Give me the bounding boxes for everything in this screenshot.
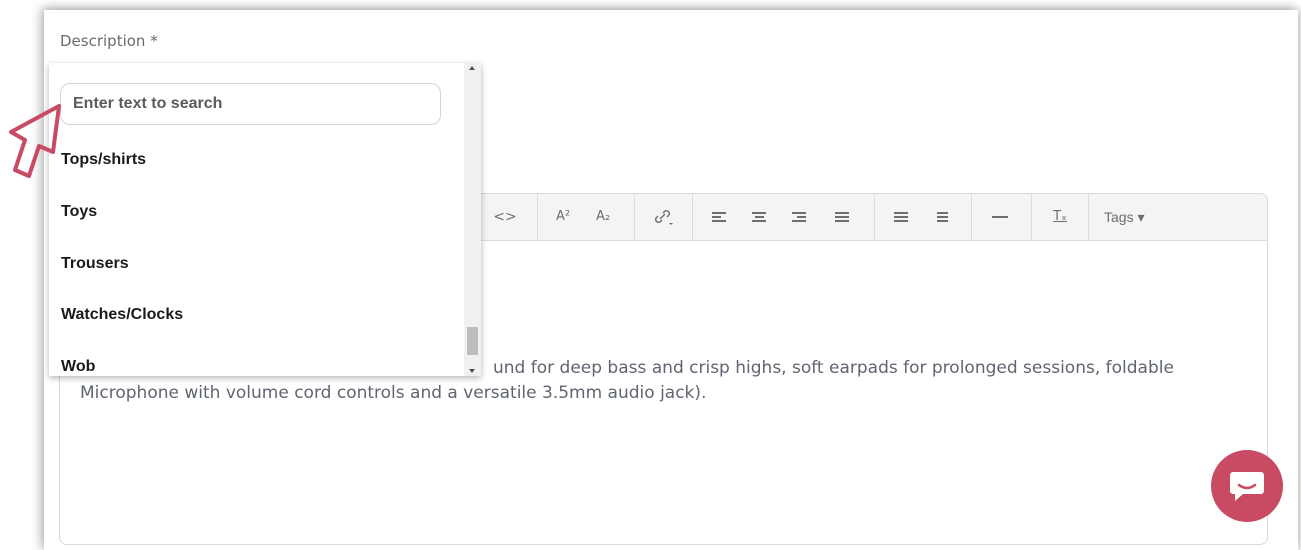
toolbar-separator: [692, 194, 693, 240]
code-button[interactable]: <>: [492, 207, 518, 227]
dropdown-scrollbar[interactable]: [464, 63, 481, 376]
align-right-icon[interactable]: [790, 207, 808, 227]
toolbar-separator: [1088, 194, 1089, 240]
description-label: Description *: [60, 32, 158, 50]
pointer-cursor-icon: [9, 104, 61, 178]
link-icon[interactable]: [648, 207, 678, 227]
scroll-down-icon[interactable]: [469, 369, 475, 373]
chat-button[interactable]: [1211, 450, 1283, 522]
toolbar-separator: [1031, 194, 1032, 240]
subscript-button[interactable]: A₂: [590, 207, 616, 227]
clear-format-button[interactable]: Tₓ: [1048, 207, 1072, 227]
option-item[interactable]: Watches/Clocks: [61, 306, 183, 324]
content-line: Microphone with volume cord controls and…: [80, 383, 707, 403]
chat-bubble-icon: [1230, 472, 1264, 501]
align-justify-icon[interactable]: [833, 207, 851, 227]
scrollbar-thumb[interactable]: [467, 327, 478, 355]
toolbar-separator: [874, 194, 875, 240]
horizontal-rule-icon[interactable]: [990, 207, 1010, 227]
option-item[interactable]: Trousers: [61, 255, 129, 273]
category-dropdown: Tops/shirts Toys Trousers Watches/Clocks…: [49, 63, 481, 376]
align-left-icon[interactable]: [710, 207, 728, 227]
option-item[interactable]: Toys: [61, 203, 97, 221]
bullet-list-icon[interactable]: [892, 207, 910, 227]
superscript-button[interactable]: A²: [550, 207, 576, 227]
numbered-list-icon[interactable]: [932, 207, 950, 227]
category-search-input[interactable]: [60, 83, 441, 125]
toolbar-separator: [634, 194, 635, 240]
scroll-up-icon[interactable]: [469, 66, 475, 70]
toolbar-separator: [971, 194, 972, 240]
option-item[interactable]: Wob: [61, 358, 95, 376]
align-center-icon[interactable]: [750, 207, 768, 227]
toolbar-separator: [537, 194, 538, 240]
option-item[interactable]: Tops/shirts: [61, 151, 146, 169]
tags-dropdown[interactable]: Tags ▾: [1104, 207, 1166, 227]
